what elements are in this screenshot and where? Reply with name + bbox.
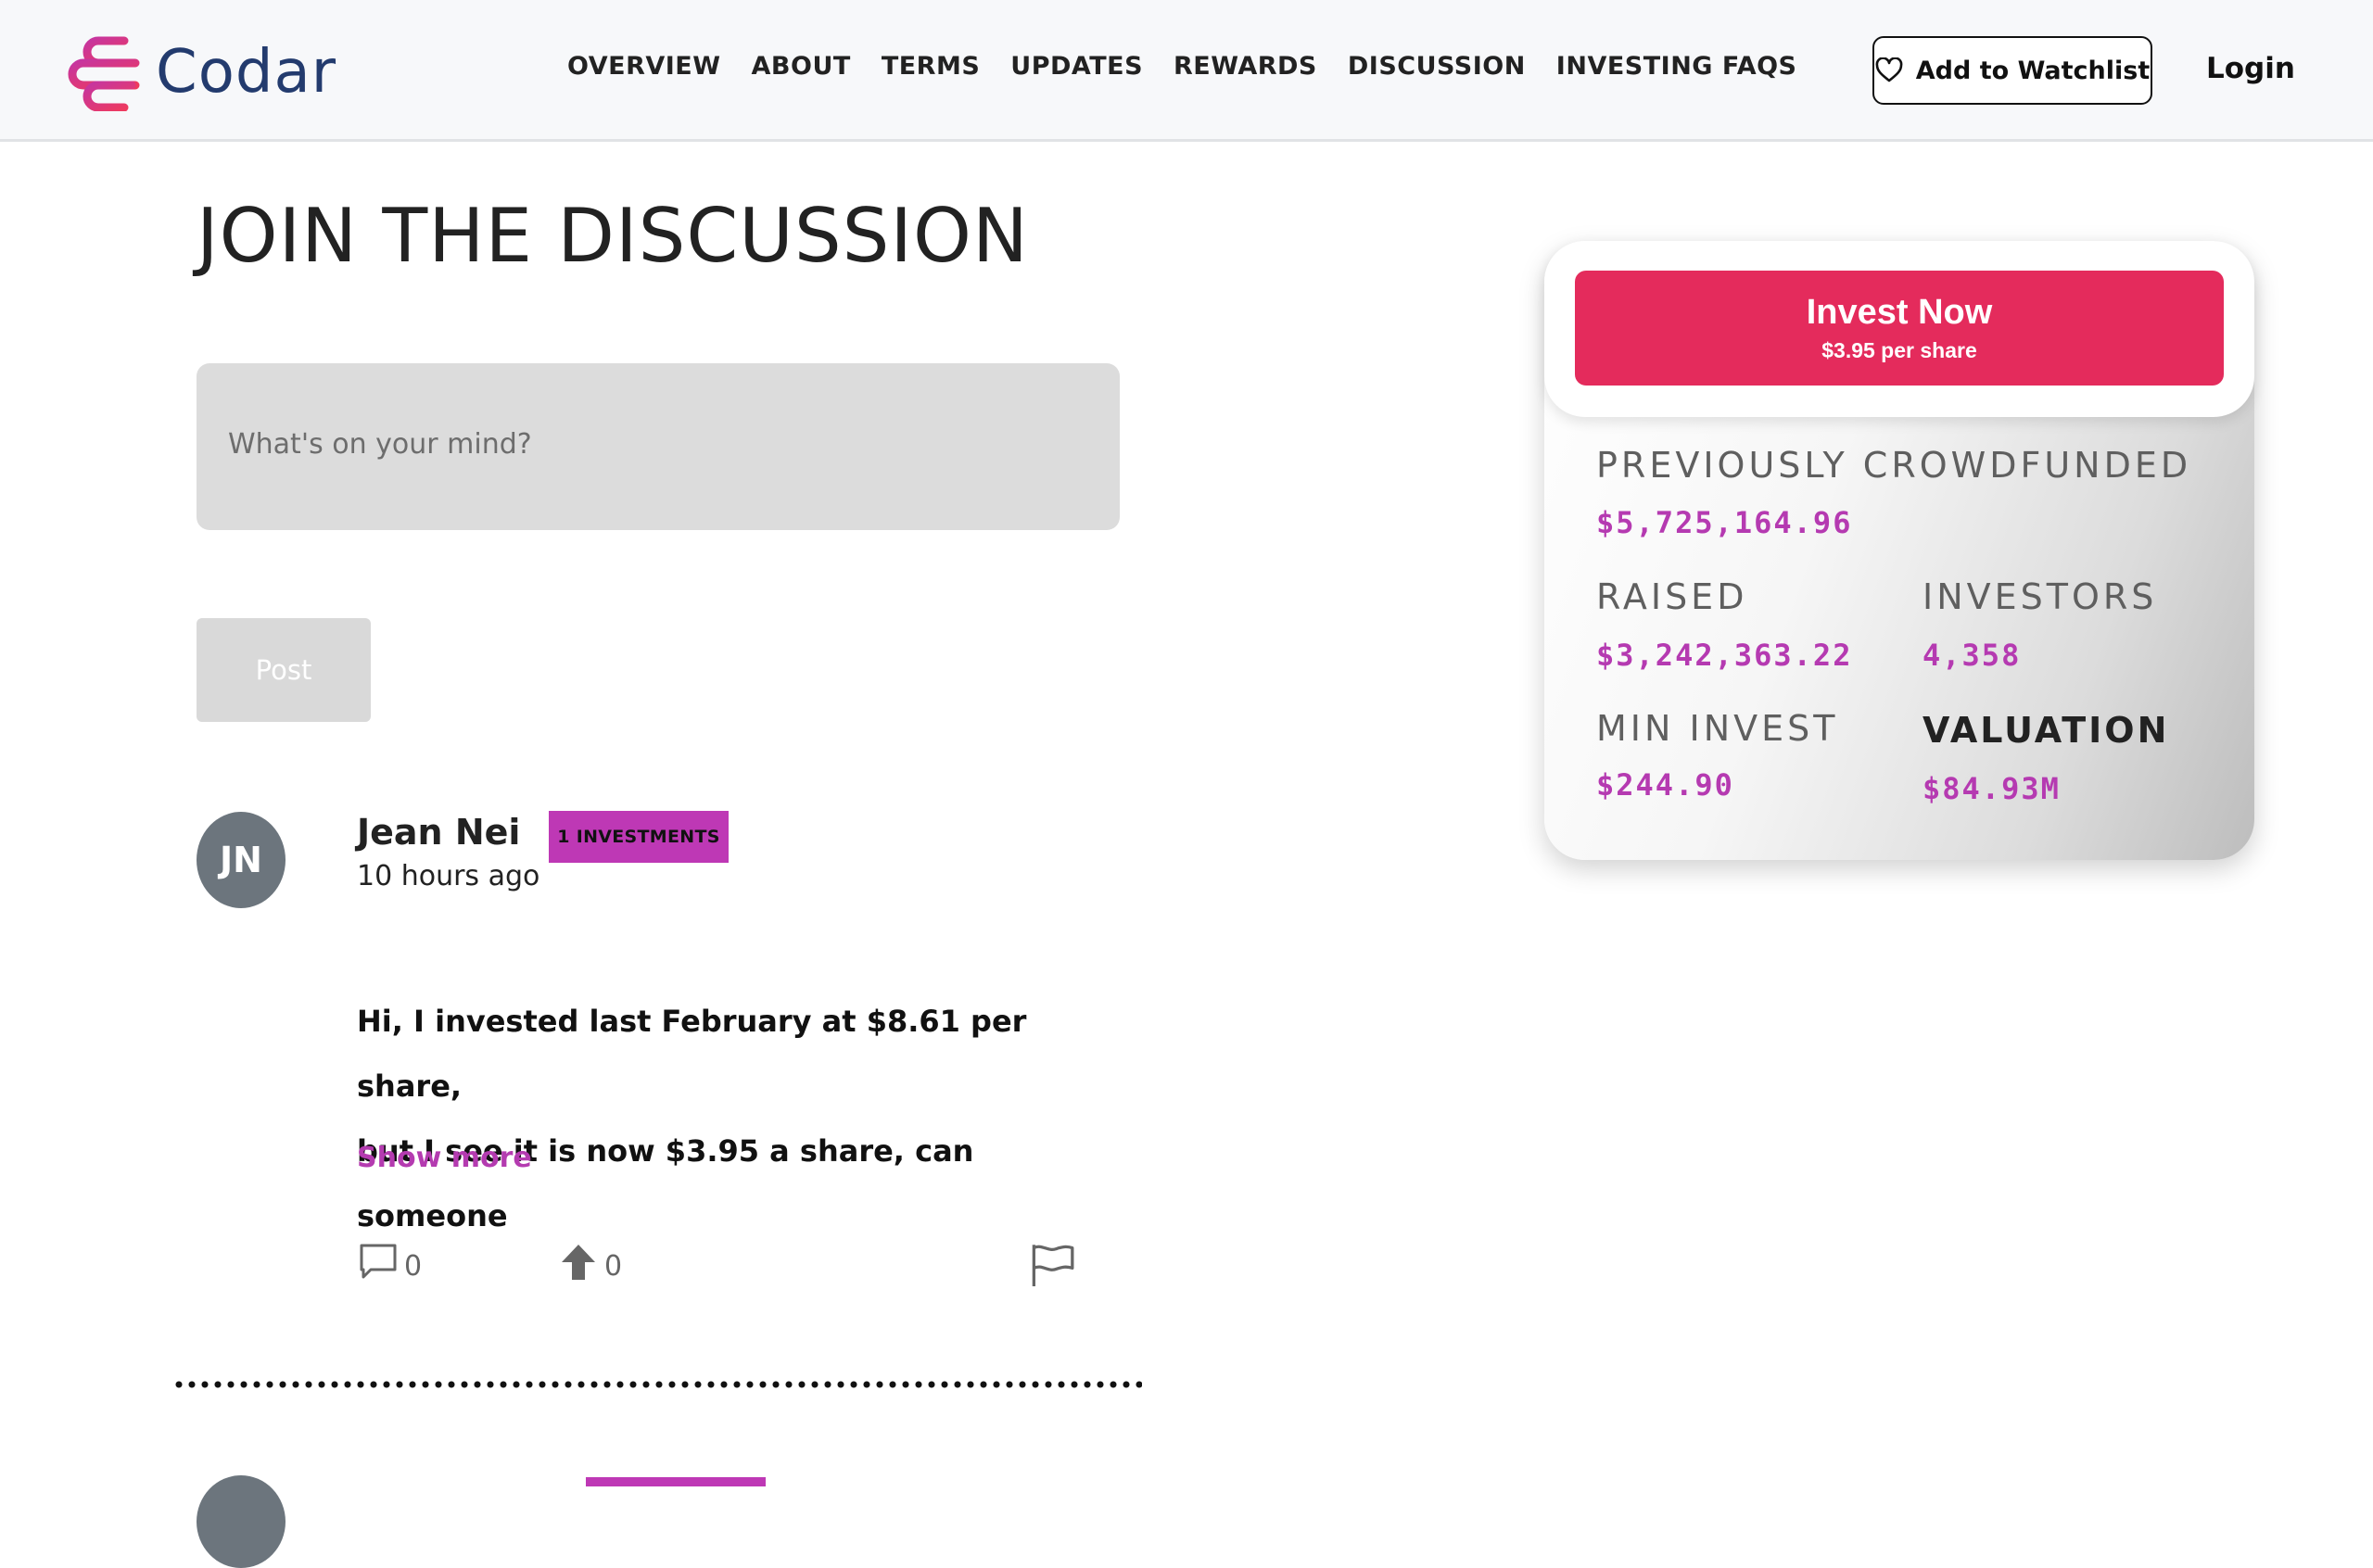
comment-line: but I see it is now $3.95 a share, can s… [357,1133,974,1233]
investments-badge: 1 INVESTMENTS [549,811,729,863]
invest-card-header: Invest Now $3.95 per share [1544,241,2254,417]
min-invest-label: MIN INVEST [1596,708,1839,749]
brand-name: Codar [156,38,336,107]
comment-timestamp: 10 hours ago [357,860,540,892]
add-to-watchlist-button[interactable]: Add to Watchlist [1872,36,2152,105]
invest-now-button[interactable]: Invest Now $3.95 per share [1575,271,2224,386]
reply-button[interactable]: 0 [358,1242,422,1283]
invest-card: Invest Now $3.95 per share PREVIOUSLY CR… [1544,241,2254,860]
page-title: JOIN THE DISCUSSION [197,193,1029,279]
nav-investing-faqs[interactable]: INVESTING FAQS [1556,52,1797,81]
nav-discussion[interactable]: DISCUSSION [1348,52,1526,81]
watchlist-label: Add to Watchlist [1915,56,2151,85]
valuation-value: $84.93M [1923,771,2061,806]
arrow-up-icon [562,1245,595,1280]
share-price: $3.95 per share [1821,338,1977,362]
nav-rewards[interactable]: REWARDS [1174,52,1317,81]
previously-crowdfunded-value: $5,725,164.96 [1596,505,1853,540]
nav-overview[interactable]: OVERVIEW [567,52,721,81]
discussion-input[interactable] [197,363,1120,530]
reply-count: 0 [404,1250,423,1283]
comment-author[interactable]: Jean Nei [357,812,520,853]
comment-bubble-icon [360,1244,397,1279]
upvote-count: 0 [604,1250,623,1283]
upvote-button[interactable]: 0 [558,1242,622,1283]
login-link[interactable]: Login [2206,52,2295,85]
comment-line: Hi, I invested last February at $8.61 pe… [357,1004,1027,1104]
top-header: Codar OVERVIEW ABOUT TERMS UPDATES REWAR… [0,0,2373,142]
avatar [197,1475,286,1568]
nav-about[interactable]: ABOUT [752,52,851,81]
min-invest-value: $244.90 [1596,767,1734,803]
heart-icon [1875,57,1903,82]
show-more-link[interactable]: Show more [357,1142,532,1174]
main-nav: OVERVIEW ABOUT TERMS UPDATES REWARDS DIS… [567,52,1797,81]
brand-logo[interactable]: Codar [67,33,336,111]
avatar: JN [197,812,286,908]
raised-label: RAISED [1596,576,1748,617]
valuation-label: VALUATION [1923,710,2170,751]
investors-label: INVESTORS [1923,576,2158,617]
nav-terms[interactable]: TERMS [882,52,980,81]
nav-updates[interactable]: UPDATES [1010,52,1143,81]
comment-body: Hi, I invested last February at $8.61 pe… [357,989,1098,1248]
codar-logo-icon [68,36,140,111]
investments-badge [586,1477,766,1486]
comment-divider [172,1381,1142,1388]
invest-now-label: Invest Now [1806,293,1993,332]
investors-value: 4,358 [1923,638,2022,673]
post-button[interactable]: Post [197,618,371,722]
previously-crowdfunded-label: PREVIOUSLY CROWDFUNDED [1596,445,2192,486]
raised-value: $3,242,363.22 [1596,638,1853,673]
flag-icon [1032,1245,1074,1286]
report-flag-button[interactable] [1029,1242,1075,1286]
